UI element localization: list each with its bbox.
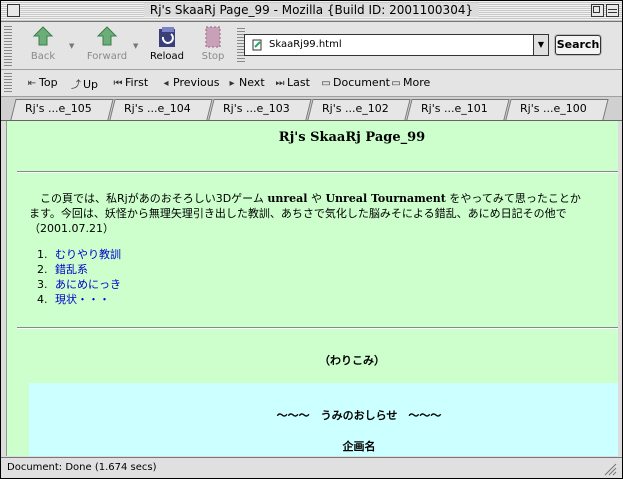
status-bar: Document: Done (1.674 secs): [1, 457, 622, 478]
tab-label: Rj's ...e_100: [520, 102, 587, 115]
list-item: 1. むりやり教訓: [37, 248, 121, 261]
navigation-toolbar: Back ▼ Forward ▼ Reload Stop SkaaRj99.ht…: [1, 22, 622, 70]
forward-arrow-icon: [96, 26, 118, 46]
tab-bar: Rj's ...e_105 Rj's ...e_104 Rj's ...e_10…: [1, 97, 622, 121]
browser-window: Rj's SkaaRj Page_99 - Mozilla {Build ID:…: [0, 0, 623, 479]
list-link[interactable]: あにめにっき: [55, 278, 121, 291]
back-dropdown-icon[interactable]: ▼: [69, 42, 74, 50]
more-menu[interactable]: ▭ More: [389, 76, 430, 89]
first-link[interactable]: ⏮ First: [111, 76, 149, 89]
url-field[interactable]: SkaaRj99.html ▼: [244, 34, 549, 56]
status-text: Document: Done (1.674 secs): [7, 462, 157, 473]
page-icon: [252, 39, 262, 51]
resize-grip-icon[interactable]: [601, 460, 617, 476]
personal-toolbar-grip[interactable]: [4, 73, 12, 93]
last-link[interactable]: ⏭ Last: [273, 76, 310, 89]
list-item: 4. 現状・・・: [37, 293, 110, 306]
list-link[interactable]: 錯乱系: [55, 263, 88, 276]
previous-icon: ◂: [163, 78, 169, 89]
tab-label: Rj's ...e_103: [223, 102, 290, 115]
search-button[interactable]: Search: [555, 35, 601, 55]
tab-label: Rj's ...e_104: [124, 102, 191, 115]
stop-button[interactable]: Stop: [187, 25, 239, 62]
intro-paragraph: この頁では、私Rjがあのおそろしい3Dゲーム unreal や Unreal T…: [29, 192, 581, 235]
title-bar[interactable]: Rj's SkaaRj Page_99 - Mozilla {Build ID:…: [1, 1, 622, 22]
back-button[interactable]: Back: [17, 25, 69, 62]
tab-label: Rj's ...e_101: [421, 102, 488, 115]
notice-subtitle: 企画名: [342, 440, 376, 453]
notice-title: ～～～ うみのおしらせ ～～～: [276, 409, 442, 422]
next-link[interactable]: ▸ Next: [225, 76, 264, 89]
collapse-box-icon[interactable]: [606, 4, 619, 17]
tab-label: Rj's ...e_105: [25, 102, 92, 115]
page-content[interactable]: Rj's SkaaRj Page_99 この頁では、私Rjがあのおそろしい3Dゲ…: [6, 121, 618, 456]
divider: [17, 171, 618, 173]
next-icon: ▸: [229, 78, 235, 89]
toolbar-grip[interactable]: [4, 26, 12, 66]
window-title: Rj's SkaaRj Page_99 - Mozilla {Build ID:…: [1, 3, 622, 17]
first-icon: ⏮: [113, 78, 123, 89]
reload-icon: [159, 27, 175, 47]
notice-box: ～～～ うみのおしらせ ～～～ 企画名: [29, 383, 618, 456]
reload-button[interactable]: Reload: [141, 25, 193, 62]
top-icon: ⇤: [27, 78, 37, 89]
up-icon: ⤴: [71, 80, 81, 91]
tab-label: Rj's ...e_102: [322, 102, 389, 115]
warikomi-heading: （わりこみ）: [319, 354, 385, 367]
last-icon: ⏭: [275, 78, 285, 89]
contents-list: 1. むりやり教訓 2. 錯乱系 3. あにめにっき 4. 現状・・・: [37, 247, 121, 307]
url-text[interactable]: SkaaRj99.html: [269, 39, 342, 50]
document-menu[interactable]: ▭ Document: [319, 76, 390, 89]
list-link[interactable]: むりやり教訓: [55, 248, 121, 261]
stop-icon: [205, 26, 221, 48]
folder-icon: ▭: [391, 78, 401, 89]
zoom-box-icon[interactable]: [591, 4, 604, 17]
previous-link[interactable]: ◂ Previous: [159, 76, 219, 89]
top-link[interactable]: ⇤ Top: [25, 76, 58, 89]
list-item: 3. あにめにっき: [37, 278, 121, 291]
personal-toolbar: ⇤ Top ⤴ Up ⏮ First ◂ Previous ▸ Next ⏭ Last ▭ D…: [1, 70, 622, 97]
url-dropdown-icon[interactable]: ▼: [533, 35, 548, 55]
up-link[interactable]: ⤴ Up: [69, 76, 98, 91]
back-arrow-icon: [32, 26, 54, 46]
list-item: 2. 錯乱系: [37, 263, 88, 276]
forward-button[interactable]: Forward: [81, 25, 133, 62]
list-link[interactable]: 現状・・・: [55, 293, 110, 306]
folder-icon: ▭: [321, 78, 331, 89]
forward-dropdown-icon[interactable]: ▼: [133, 42, 138, 50]
page-heading: Rj's SkaaRj Page_99: [278, 130, 426, 145]
divider: [17, 327, 618, 329]
